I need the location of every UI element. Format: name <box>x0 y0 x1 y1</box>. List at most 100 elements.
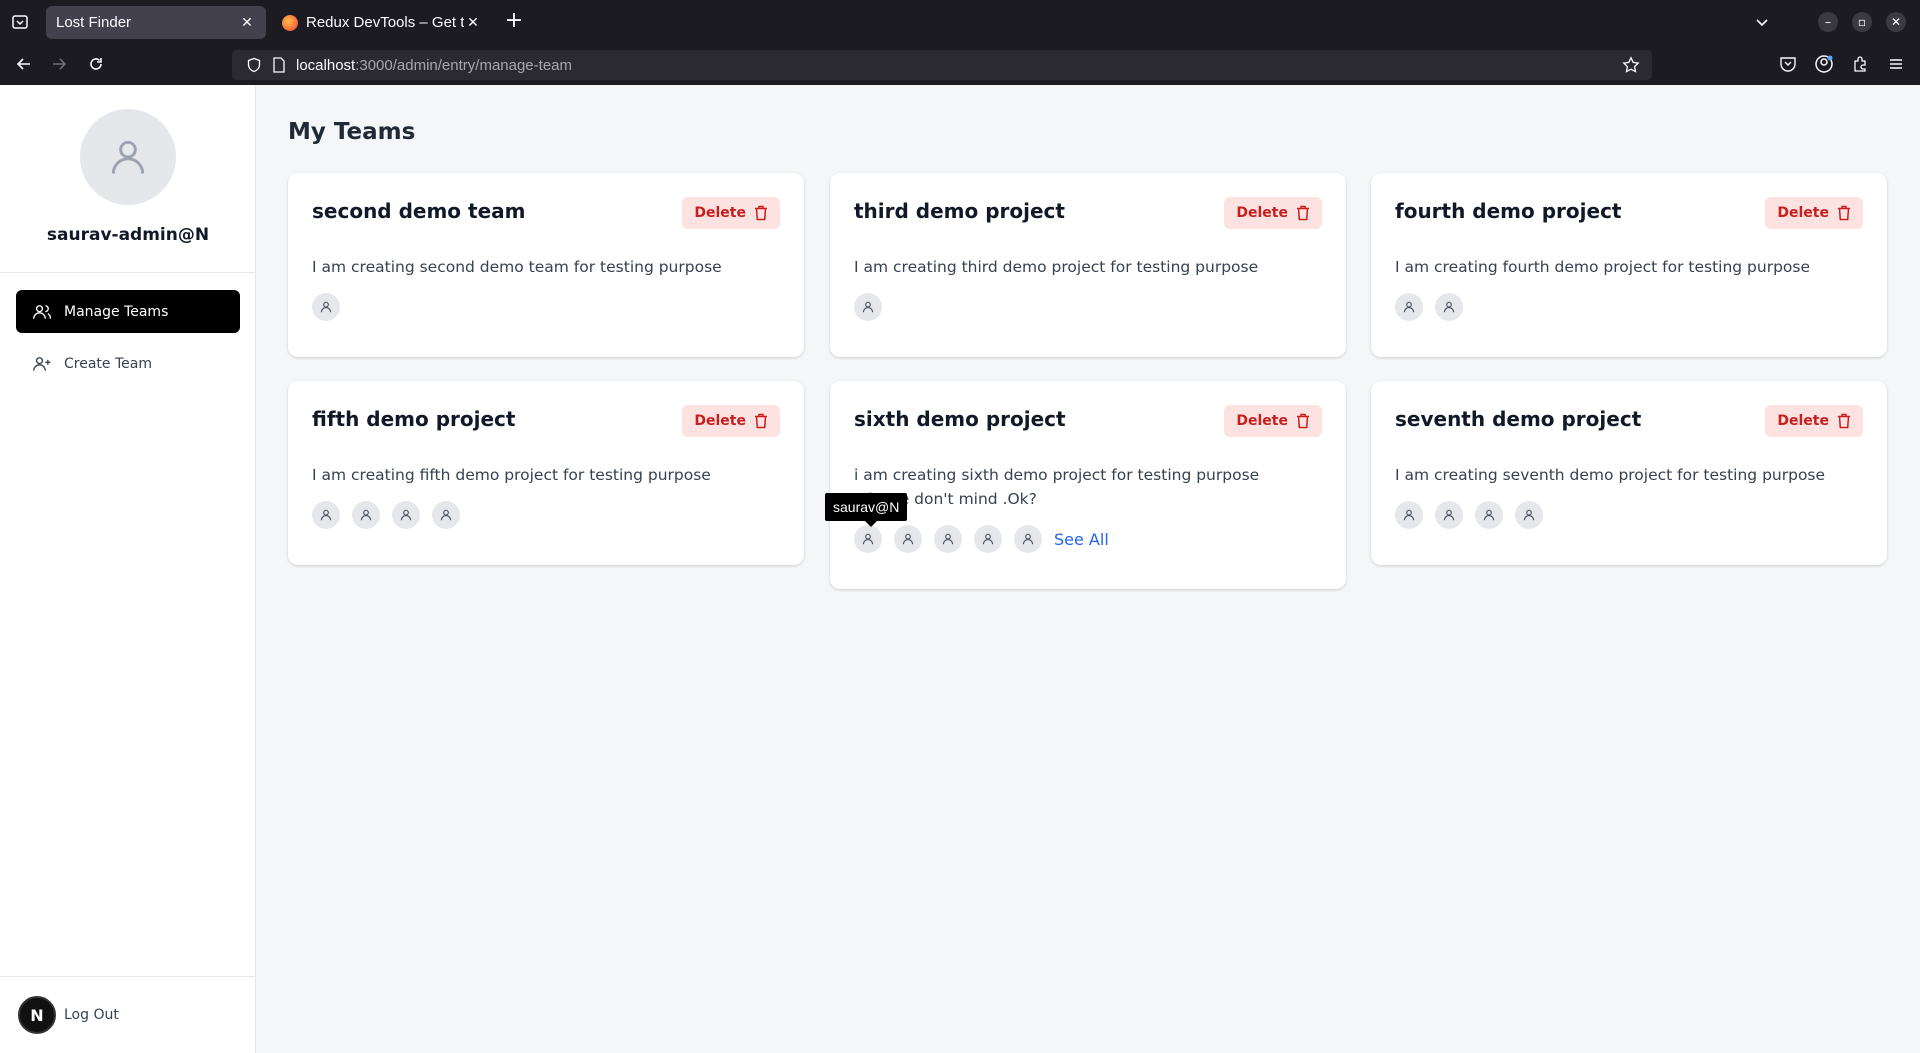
tab-bar: Lost Finder ✕ Redux DevTools – Get thi ✕… <box>0 0 1920 44</box>
team-card: fourth demo project Delete I am creating f… <box>1371 173 1887 357</box>
member-avatar[interactable] <box>392 501 420 529</box>
profile-name: saurav-admin@N <box>46 225 210 245</box>
firefox-icon <box>282 14 298 31</box>
url-path: :3000/admin/entry/manage-team <box>355 56 572 74</box>
list-all-tabs-icon[interactable] <box>10 12 30 32</box>
member-avatar[interactable] <box>974 525 1002 553</box>
shield-icon[interactable] <box>246 57 262 73</box>
menu-icon[interactable] <box>1884 52 1908 76</box>
divider <box>0 976 256 977</box>
team-title: fourth demo project <box>1395 199 1622 223</box>
logout-button[interactable]: N Log Out <box>18 996 119 1034</box>
member-avatar[interactable] <box>1435 501 1463 529</box>
team-card: third demo project Delete I am creating th… <box>830 173 1346 357</box>
page-title: My Teams <box>288 119 416 145</box>
delete-label: Delete <box>694 205 746 221</box>
logo: N <box>18 996 56 1034</box>
member-avatar[interactable] <box>432 501 460 529</box>
trash-icon <box>1837 413 1851 429</box>
delete-label: Delete <box>694 413 746 429</box>
sidebar-item-label: Create Team <box>64 355 152 372</box>
team-card: seventh demo project Delete I am creating … <box>1371 381 1887 565</box>
delete-button[interactable]: Delete <box>682 197 780 229</box>
delete-button[interactable]: Delete <box>682 405 780 437</box>
member-avatar[interactable] <box>1395 501 1423 529</box>
sidebar-item-label: Manage Teams <box>64 303 169 320</box>
team-card: fifth demo project Delete I am creating fi… <box>288 381 804 565</box>
sidebar-item-manage-teams[interactable]: Manage Teams <box>16 290 240 333</box>
team-description: I am creating second demo team for testi… <box>312 258 722 276</box>
member-avatar[interactable] <box>1475 501 1503 529</box>
team-description: I am creating third demo project for tes… <box>854 258 1259 276</box>
back-icon[interactable] <box>12 52 36 76</box>
sidebar: saurav-admin@N Manage Teams Create Team … <box>0 85 256 1053</box>
team-description: i am creating sixth demo project for tes… <box>854 466 1260 508</box>
delete-label: Delete <box>1236 205 1288 221</box>
trash-icon <box>754 413 768 429</box>
toolbar-right <box>1776 52 1920 76</box>
user-icon <box>111 140 145 174</box>
member-avatar[interactable] <box>312 293 340 321</box>
delete-button[interactable]: Delete <box>1224 405 1322 437</box>
tab-dropdown-icon[interactable] <box>1754 14 1770 30</box>
delete-label: Delete <box>1236 413 1288 429</box>
tab-redux-devtools[interactable]: Redux DevTools – Get thi ✕ <box>272 6 492 39</box>
sidebar-item-create-team[interactable]: Create Team <box>16 342 240 385</box>
member-avatars <box>1395 293 1475 321</box>
member-avatar[interactable] <box>854 525 882 553</box>
minimize-icon[interactable]: – <box>1818 12 1838 32</box>
close-tab-icon[interactable]: ✕ <box>238 14 256 32</box>
member-avatar[interactable] <box>934 525 962 553</box>
member-avatar[interactable] <box>894 525 922 553</box>
delete-button[interactable]: Delete <box>1765 197 1863 229</box>
bookmark-star-icon[interactable] <box>1622 56 1640 78</box>
member-avatar[interactable] <box>854 293 882 321</box>
delete-button[interactable]: Delete <box>1224 197 1322 229</box>
window-controls: – ▫ ✕ <box>1756 0 1920 44</box>
close-tab-icon[interactable]: ✕ <box>464 14 482 32</box>
pocket-icon[interactable] <box>1776 52 1800 76</box>
member-avatar[interactable] <box>1014 525 1042 553</box>
main-content: My Teams second demo team Delete I am crea… <box>256 85 1920 1053</box>
trash-icon <box>754 205 768 221</box>
team-title: third demo project <box>854 199 1065 223</box>
divider <box>0 272 256 273</box>
member-avatars: See All <box>854 525 1109 553</box>
team-title: sixth demo project <box>854 407 1066 431</box>
team-description: I am creating seventh demo project for t… <box>1395 466 1826 484</box>
member-avatar[interactable] <box>1435 293 1463 321</box>
url-bar[interactable]: localhost:3000/admin/entry/manage-team <box>232 50 1652 80</box>
logout-label: Log Out <box>64 1007 119 1023</box>
delete-button[interactable]: Delete <box>1765 405 1863 437</box>
url-host: localhost <box>296 56 356 74</box>
team-card: second demo team Delete I am creating seco… <box>288 173 804 357</box>
new-tab-icon[interactable]: + <box>502 10 526 34</box>
member-avatars <box>312 501 472 529</box>
account-icon[interactable] <box>1812 52 1836 76</box>
see-all-link[interactable]: See All <box>1054 530 1109 549</box>
forward-icon[interactable] <box>47 52 71 76</box>
restore-icon[interactable]: ▫ <box>1852 12 1872 32</box>
team-title: fifth demo project <box>312 407 516 431</box>
member-avatar[interactable] <box>1395 293 1423 321</box>
page-icon <box>272 57 286 73</box>
member-avatar[interactable] <box>352 501 380 529</box>
member-avatar[interactable] <box>1515 501 1543 529</box>
reload-icon[interactable] <box>84 52 108 76</box>
tab-label: Lost Finder <box>56 14 132 31</box>
close-window-icon[interactable]: ✕ <box>1886 12 1906 32</box>
member-avatars <box>312 293 352 321</box>
extensions-icon[interactable] <box>1848 52 1872 76</box>
trash-icon <box>1296 413 1310 429</box>
app: saurav-admin@N Manage Teams Create Team … <box>0 85 1920 1053</box>
trash-icon <box>1837 205 1851 221</box>
tab-lost-finder[interactable]: Lost Finder ✕ <box>46 6 266 39</box>
delete-label: Delete <box>1777 205 1829 221</box>
team-card: sixth demo project Delete i am creating si… <box>825 381 1346 589</box>
team-description: I am creating fourth demo project for te… <box>1395 258 1811 276</box>
navigation-bar: localhost:3000/admin/entry/manage-team <box>0 44 1920 85</box>
user-plus-icon <box>32 354 52 374</box>
team-title: seventh demo project <box>1395 407 1642 431</box>
browser-chrome: Lost Finder ✕ Redux DevTools – Get thi ✕… <box>0 0 1920 85</box>
member-avatar[interactable] <box>312 501 340 529</box>
